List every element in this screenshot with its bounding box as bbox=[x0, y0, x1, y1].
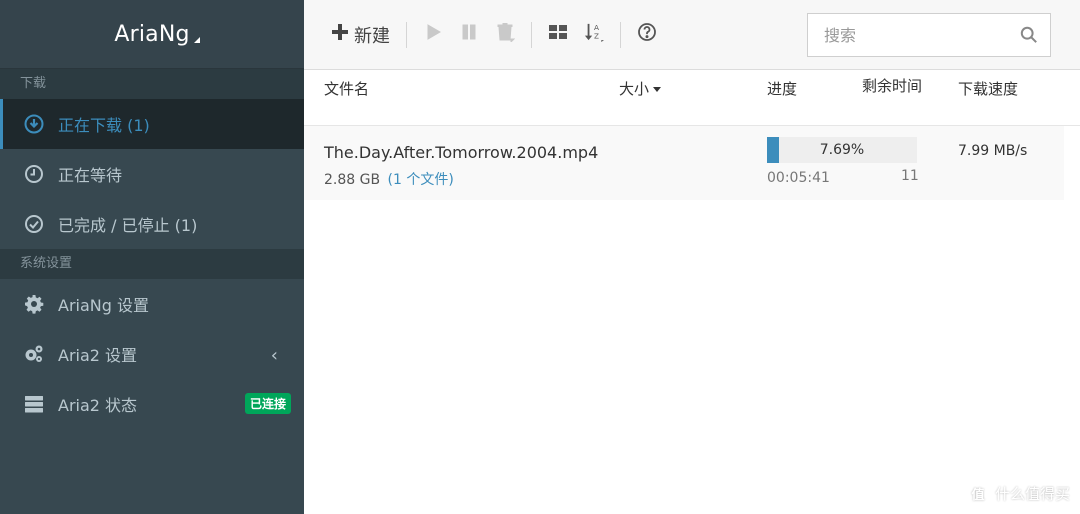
sidebar-item-label: 正在等待 bbox=[58, 166, 123, 185]
download-circle-icon bbox=[22, 112, 46, 136]
sidebar-item-downloading[interactable]: 正在下载 (1) bbox=[0, 99, 304, 149]
sidebar-item-stopped[interactable]: 已完成 / 已停止 (1) bbox=[0, 199, 304, 249]
grid-icon bbox=[548, 22, 568, 47]
sort-button[interactable]: AZ bbox=[576, 17, 612, 53]
play-icon bbox=[423, 22, 443, 47]
sidebar-item-aria2-settings[interactable]: Aria2 设置 ‹ bbox=[0, 329, 304, 379]
sidebar-item-label: 已完成 / 已停止 (1) bbox=[58, 216, 198, 235]
watermark-text: 什么值得买 bbox=[994, 484, 1070, 503]
progress-text: 7.69% bbox=[819, 142, 865, 158]
new-task-label: 新建 bbox=[354, 25, 390, 47]
toolbar-divider bbox=[620, 21, 621, 48]
gears-icon bbox=[22, 342, 46, 366]
search-input[interactable] bbox=[824, 25, 1014, 45]
column-header-size[interactable]: 大小 bbox=[619, 78, 662, 99]
sidebar-item-label: Aria2 状态 bbox=[58, 396, 138, 415]
task-speed: 7.99 MB/s bbox=[958, 143, 1028, 159]
start-button[interactable] bbox=[415, 17, 451, 53]
task-size: 2.88 GB bbox=[324, 172, 381, 188]
new-task-button[interactable]: 新建 bbox=[322, 17, 398, 53]
task-eta: 00:05:41 bbox=[767, 170, 830, 186]
sidebar-item-label: 正在下载 (1) bbox=[58, 116, 150, 135]
sort-caret-icon bbox=[653, 87, 662, 92]
column-header-progress[interactable]: 进度 bbox=[767, 78, 797, 99]
trash-icon bbox=[495, 22, 516, 47]
toolbar-divider bbox=[406, 21, 407, 48]
chevron-left-icon[interactable]: ‹ bbox=[271, 345, 278, 366]
section-header-settings: 系统设置 bbox=[0, 249, 304, 279]
main-content: 新建 AZ 文件名 大小 bbox=[304, 0, 1080, 514]
search-box bbox=[807, 13, 1051, 57]
sidebar-item-label: AriaNg 设置 bbox=[58, 296, 149, 315]
pause-icon bbox=[459, 22, 479, 47]
gear-icon bbox=[22, 292, 46, 316]
section-header-download: 下载 bbox=[0, 69, 304, 99]
delete-button[interactable] bbox=[487, 17, 523, 53]
sidebar: AriaNg 下载 正在下载 (1) 正在等待 已完成 / 已停止 (1) 系统… bbox=[0, 0, 304, 514]
server-icon bbox=[22, 392, 46, 416]
svg-text:Z: Z bbox=[594, 31, 599, 40]
progress-bar: 7.69% bbox=[767, 137, 917, 163]
pause-button[interactable] bbox=[451, 17, 487, 53]
clock-icon bbox=[22, 162, 46, 186]
column-header-speed[interactable]: 下载速度 bbox=[958, 78, 1018, 99]
plus-icon bbox=[330, 22, 350, 47]
task-name: The.Day.After.Tomorrow.2004.mp4 bbox=[324, 143, 599, 162]
task-meta: 2.88 GB (1 个文件) bbox=[324, 169, 454, 189]
check-circle-icon bbox=[22, 212, 46, 236]
toolbar: 新建 AZ bbox=[304, 0, 1080, 70]
sidebar-item-aria2-status[interactable]: Aria2 状态 已连接 bbox=[0, 379, 304, 429]
logo-caret-icon bbox=[193, 36, 200, 43]
sidebar-item-ariang-settings[interactable]: AriaNg 设置 bbox=[0, 279, 304, 329]
toolbar-divider bbox=[531, 21, 532, 48]
column-header-name[interactable]: 文件名 bbox=[324, 78, 369, 99]
app-logo[interactable]: AriaNg bbox=[114, 21, 200, 47]
watermark-logo-icon: 值 bbox=[966, 482, 989, 504]
help-button[interactable] bbox=[629, 17, 665, 53]
sort-alpha-icon: AZ bbox=[584, 22, 604, 47]
app-title: AriaNg bbox=[114, 21, 190, 47]
watermark: 值 什么值得买 bbox=[966, 482, 1070, 504]
table-row[interactable]: The.Day.After.Tomorrow.2004.mp4 2.88 GB … bbox=[304, 126, 1064, 200]
question-circle-icon bbox=[637, 22, 657, 47]
select-all-button[interactable] bbox=[540, 17, 576, 53]
sidebar-item-label: Aria2 设置 bbox=[58, 346, 138, 365]
table-header: 文件名 大小 进度 剩余时间 下载速度 bbox=[304, 70, 1080, 126]
sidebar-item-waiting[interactable]: 正在等待 bbox=[0, 149, 304, 199]
logo-bar: AriaNg bbox=[0, 0, 304, 69]
task-files-link[interactable]: (1 个文件) bbox=[388, 172, 454, 188]
task-connections: 11 bbox=[901, 168, 919, 184]
column-header-size-label: 大小 bbox=[619, 80, 650, 98]
column-header-remaining[interactable]: 剩余时间 bbox=[862, 76, 922, 97]
search-icon[interactable] bbox=[1020, 26, 1038, 44]
connection-status-badge: 已连接 bbox=[244, 393, 291, 414]
